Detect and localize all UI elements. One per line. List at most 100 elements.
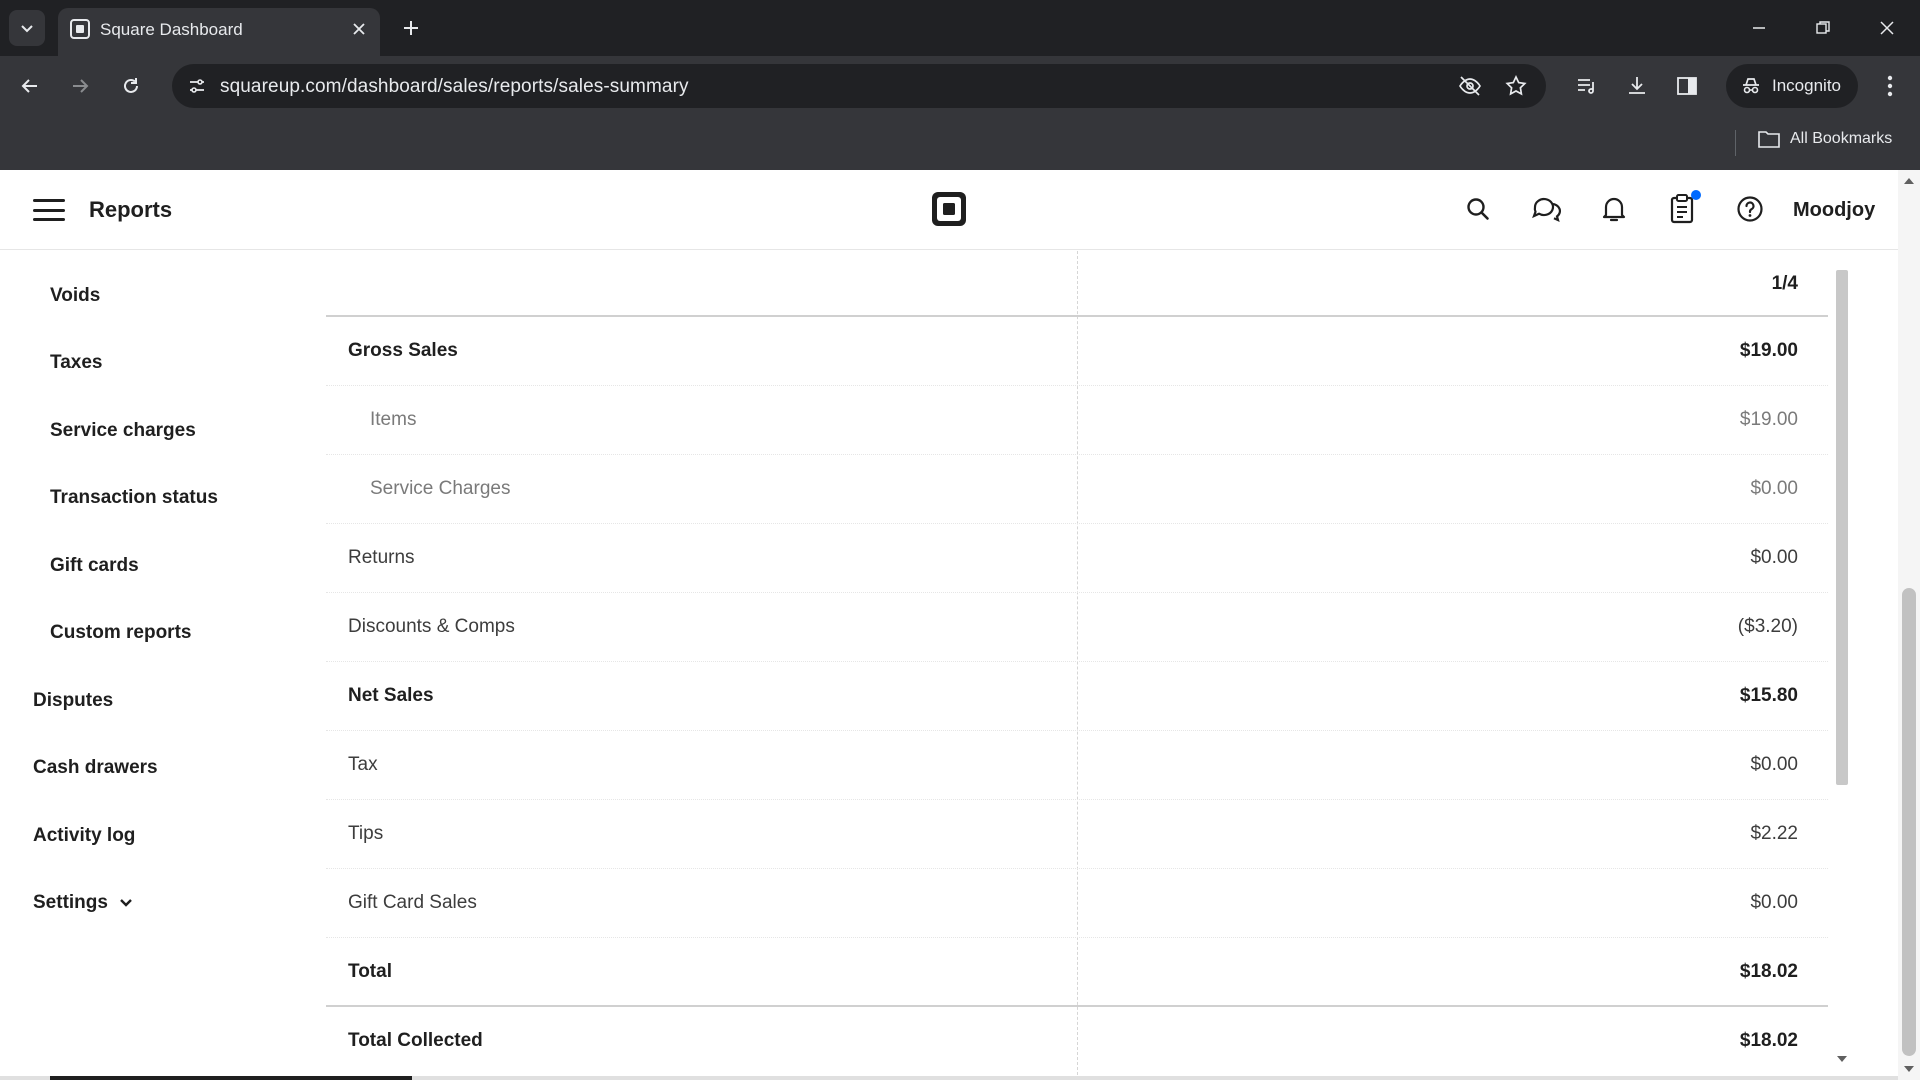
bookmarks-divider [1735, 130, 1736, 156]
row-label: Tips [348, 823, 384, 844]
table-row-tax: Tax $0.00 [326, 731, 1828, 800]
sidebar-item-custom-reports[interactable]: Custom reports [50, 622, 191, 644]
page-title: Reports [89, 197, 173, 222]
table-row-net-sales: Net Sales $15.80 [326, 662, 1828, 731]
scroll-down-arrow-icon[interactable] [1904, 1066, 1914, 1072]
all-bookmarks-button[interactable]: All Bookmarks [1758, 130, 1892, 148]
star-icon [1505, 75, 1527, 96]
table-scrollbar-thumb[interactable] [1836, 270, 1848, 785]
reload-icon [124, 78, 138, 93]
sidebar-item-taxes[interactable]: Taxes [50, 352, 102, 374]
menu-button[interactable] [33, 196, 65, 224]
download-icon [1629, 77, 1645, 94]
sidebar-item-gift-cards[interactable]: Gift cards [50, 555, 139, 577]
bookmarks-bar: All Bookmarks [0, 116, 1920, 170]
sidebar-item-transaction-status[interactable]: Transaction status [50, 487, 218, 509]
horizontal-scrollbar[interactable] [0, 1076, 1898, 1080]
row-label: Gross Sales [348, 340, 458, 361]
row-value: $0.00 [1750, 754, 1798, 775]
help-icon [1737, 196, 1763, 222]
forward-button[interactable] [62, 68, 98, 104]
plus-icon [404, 21, 418, 35]
row-value: $15.80 [1739, 685, 1798, 706]
page-scrollbar-thumb[interactable] [1902, 588, 1916, 1056]
restore-button[interactable] [1807, 12, 1839, 44]
downloads-button[interactable] [1621, 70, 1653, 102]
browser-tab[interactable]: Square Dashboard [58, 8, 380, 56]
new-tab-button[interactable] [398, 15, 424, 41]
bookmark-star-button[interactable] [1502, 72, 1530, 100]
row-label: Net Sales [348, 685, 434, 706]
menu-icon-bar [33, 199, 65, 202]
row-value: $0.00 [1750, 547, 1798, 568]
tab-close-button[interactable] [348, 18, 370, 40]
arrow-left-icon [21, 79, 37, 93]
incognito-label: Incognito [1772, 76, 1841, 95]
browser-tab-bar: Square Dashboard [0, 0, 1920, 56]
scroll-up-arrow-icon[interactable] [1904, 178, 1914, 184]
site-info-button[interactable] [182, 71, 212, 101]
row-value: $19.00 [1739, 340, 1798, 361]
row-label: Total [348, 961, 392, 982]
page-scrollbar[interactable] [1898, 170, 1920, 1080]
address-bar[interactable]: squareup.com/dashboard/sales/reports/sal… [172, 64, 1546, 108]
close-icon [353, 23, 365, 35]
minimize-button[interactable] [1743, 12, 1775, 44]
horizontal-scrollbar-thumb[interactable] [50, 1076, 412, 1080]
reading-list-button[interactable] [1571, 70, 1603, 102]
sidebar-item-settings-label: Settings [33, 892, 108, 913]
notification-dot [1691, 190, 1701, 200]
incognito-badge[interactable]: Incognito [1726, 64, 1858, 108]
browser-menu-button[interactable] [1874, 70, 1906, 102]
row-value: $19.00 [1739, 409, 1798, 430]
row-label: Discounts & Comps [348, 616, 515, 637]
tracking-protection-button[interactable] [1456, 72, 1484, 100]
sidebar-item-settings[interactable]: Settings [33, 892, 133, 914]
tab-search-button[interactable] [9, 10, 45, 46]
close-window-button[interactable] [1871, 12, 1903, 44]
arrow-right-icon [73, 79, 89, 93]
search-button[interactable] [1461, 192, 1495, 226]
sidebar-item-disputes[interactable]: Disputes [33, 690, 113, 712]
row-value: $18.02 [1739, 961, 1798, 982]
messages-button[interactable] [1529, 192, 1563, 226]
help-button[interactable] [1733, 192, 1767, 226]
sidebar-item-service-charges[interactable]: Service charges [50, 420, 196, 442]
square-favicon-icon [70, 19, 90, 39]
table-row-service-charges: Service Charges $0.00 [326, 455, 1828, 524]
scroll-down-arrow-icon[interactable] [1837, 1056, 1847, 1062]
bell-icon [1602, 197, 1626, 222]
sidebar-item-voids[interactable]: Voids [50, 285, 100, 307]
tab-title: Square Dashboard [100, 20, 243, 39]
back-button[interactable] [12, 68, 48, 104]
table-row-returns: Returns $0.00 [326, 524, 1828, 593]
row-label: Gift Card Sales [348, 892, 477, 913]
square-logo-icon[interactable] [931, 191, 967, 227]
notifications-button[interactable] [1597, 192, 1631, 226]
table-scrollbar[interactable] [1834, 255, 1850, 1070]
chat-bubbles-icon [1532, 197, 1561, 222]
url-text: squareup.com/dashboard/sales/reports/sal… [220, 76, 689, 97]
browser-toolbar: squareup.com/dashboard/sales/reports/sal… [0, 56, 1920, 116]
sidebar-item-cash-drawers[interactable]: Cash drawers [33, 757, 158, 779]
reload-button[interactable] [113, 68, 149, 104]
table-row-discounts-comps: Discounts & Comps ($3.20) [326, 593, 1828, 662]
table-row-total-collected: Total Collected $18.02 [326, 1007, 1828, 1076]
menu-icon-bar [33, 208, 65, 212]
row-label: Returns [348, 547, 415, 568]
row-value: $0.00 [1750, 892, 1798, 913]
table-row-total: Total $18.02 [326, 938, 1828, 1007]
sidebar-item-activity-log[interactable]: Activity log [33, 825, 135, 847]
search-icon [1467, 198, 1489, 220]
orders-button[interactable] [1665, 190, 1701, 226]
side-panel-icon [1677, 77, 1697, 95]
side-panel-button[interactable] [1671, 70, 1703, 102]
incognito-icon [1743, 78, 1759, 94]
account-menu[interactable]: Moodjoy [1793, 199, 1875, 222]
chevron-down-icon [21, 25, 33, 33]
eye-off-icon [1459, 76, 1481, 96]
row-value: $18.02 [1739, 1030, 1798, 1051]
restore-icon [1816, 21, 1830, 34]
table-row-gross-sales: Gross Sales $19.00 [326, 317, 1828, 386]
row-label: Total Collected [348, 1030, 483, 1051]
